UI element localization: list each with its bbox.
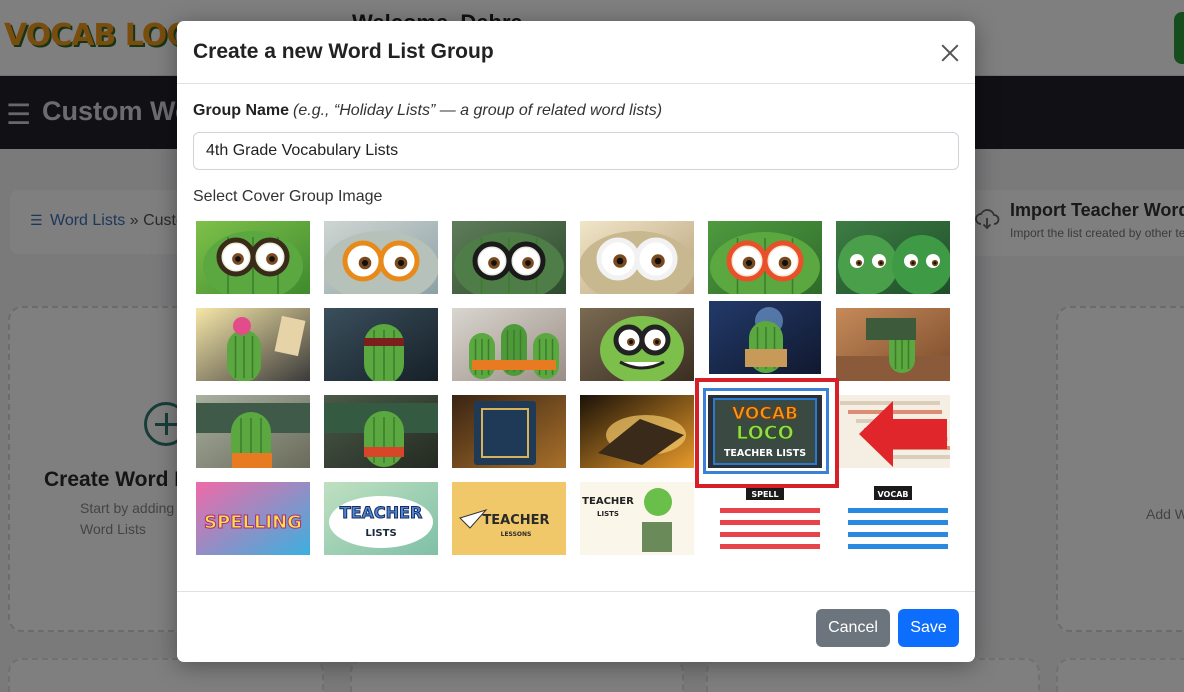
cover-image-art: SPELL [708, 482, 822, 555]
cover-image-teacher-lists-badge[interactable]: TEACHER LISTS [324, 482, 438, 555]
cover-image-teacher-lessons-paper-plane[interactable]: TEACHER LESSONS [452, 482, 566, 555]
group-name-label: Group Name (e.g., “Holiday Lists” — a gro… [193, 102, 662, 120]
cancel-button[interactable]: Cancel [816, 609, 890, 647]
modal-title: Create a new Word List Group [193, 40, 494, 63]
image-label-text: LISTS [597, 510, 619, 518]
cover-image-art: VOCAB [836, 482, 950, 555]
cover-image-art [580, 395, 694, 468]
cover-image-art [452, 395, 566, 468]
image-label-text: LISTS [365, 528, 396, 539]
cover-image-art [836, 221, 950, 294]
cover-image-cactus-classroom[interactable] [836, 308, 950, 381]
cover-image-art [196, 221, 310, 294]
cover-image-cactus-trio[interactable] [452, 308, 566, 381]
cover-image-art [580, 221, 694, 294]
cover-image-spelling-graffiti[interactable]: SPELLING [196, 482, 310, 555]
cover-image-cactus-black-glasses[interactable] [452, 221, 566, 294]
cover-image-vocabulary-text-collage[interactable] [836, 395, 950, 468]
group-name-hint: (e.g., “Holiday Lists” — a group of rela… [293, 102, 663, 119]
cover-image-cactus-teacher-board[interactable] [196, 395, 310, 468]
cover-image-art [452, 308, 566, 381]
cover-image-art [836, 308, 950, 381]
cover-image-vocab-loco-teacher-lists[interactable]: VOCAB LOCO TEACHER LISTS [708, 395, 822, 468]
cover-image-cactus-red-glasses[interactable] [708, 221, 822, 294]
cover-image-art [709, 301, 821, 374]
image-label-text: TEACHER LISTS [724, 448, 806, 459]
cover-image-art [196, 395, 310, 468]
image-label-text: TEACHER [582, 496, 634, 507]
cover-image-grid: VOCAB LOCO TEACHER LISTS SPELLING TEACHER LIS… [196, 221, 952, 557]
cover-image-word-list-glowing-book[interactable] [580, 395, 694, 468]
image-label-text: SPELLING [204, 512, 302, 533]
cover-image-spell-lines-red[interactable]: SPELL [708, 482, 822, 555]
save-button[interactable]: Save [898, 609, 959, 647]
cover-image-cactus-scarf-classroom[interactable] [324, 395, 438, 468]
cover-image-cactus-phone[interactable] [580, 308, 694, 381]
image-label-text: LESSONS [501, 531, 532, 538]
cover-image-art [324, 395, 438, 468]
cover-image-cactus-twins[interactable] [836, 221, 950, 294]
cover-image-cactus-superhero[interactable] [324, 308, 438, 381]
cover-image-word-list-book[interactable] [452, 395, 566, 468]
cover-image-teacher-lists-books-globe[interactable]: TEACHER LISTS [580, 482, 694, 555]
group-name-label-text: Group Name [193, 102, 290, 119]
image-label-text: VOCAB [877, 490, 908, 499]
cover-image-art [196, 308, 310, 381]
cover-image-art [580, 308, 694, 381]
cover-image-cactus-reading-night[interactable] [709, 301, 821, 374]
create-word-list-group-modal: Create a new Word List Group Group Name(… [177, 21, 975, 662]
group-name-input[interactable] [193, 132, 959, 170]
cover-image-art: TEACHER LISTS [324, 482, 438, 555]
cover-image-cactus-word-list-sign[interactable] [196, 308, 310, 381]
image-label-text: TEACHER [482, 513, 549, 528]
close-icon[interactable] [937, 40, 963, 66]
image-label-text: LOCO [736, 422, 794, 444]
cover-image-art [836, 395, 950, 468]
cover-image-art: VOCABLOCO TEACHER LISTS [708, 395, 822, 468]
cover-image-cactus-orange-glasses[interactable] [324, 221, 438, 294]
cover-image-vocab-lines-blue[interactable]: VOCAB [836, 482, 950, 555]
cover-image-art: TEACHER LESSONS [452, 482, 566, 555]
cover-image-art [708, 221, 822, 294]
modal-footer: Cancel Save [177, 591, 975, 662]
cover-image-art [452, 221, 566, 294]
cover-image-art: TEACHER LISTS [580, 482, 694, 555]
image-label-text: SPELL [751, 490, 778, 499]
cover-image-cactus-green-glasses[interactable] [196, 221, 310, 294]
image-label-text: TEACHER [340, 503, 423, 522]
cover-image-cactus-white-glasses[interactable] [580, 221, 694, 294]
cover-image-label: Select Cover Group Image [193, 188, 383, 205]
modal-header: Create a new Word List Group [177, 21, 975, 84]
image-label-text: VOCAB [732, 404, 798, 424]
cover-image-art [324, 308, 438, 381]
cover-image-art: SPELLING [196, 482, 310, 555]
cover-image-art [324, 221, 438, 294]
